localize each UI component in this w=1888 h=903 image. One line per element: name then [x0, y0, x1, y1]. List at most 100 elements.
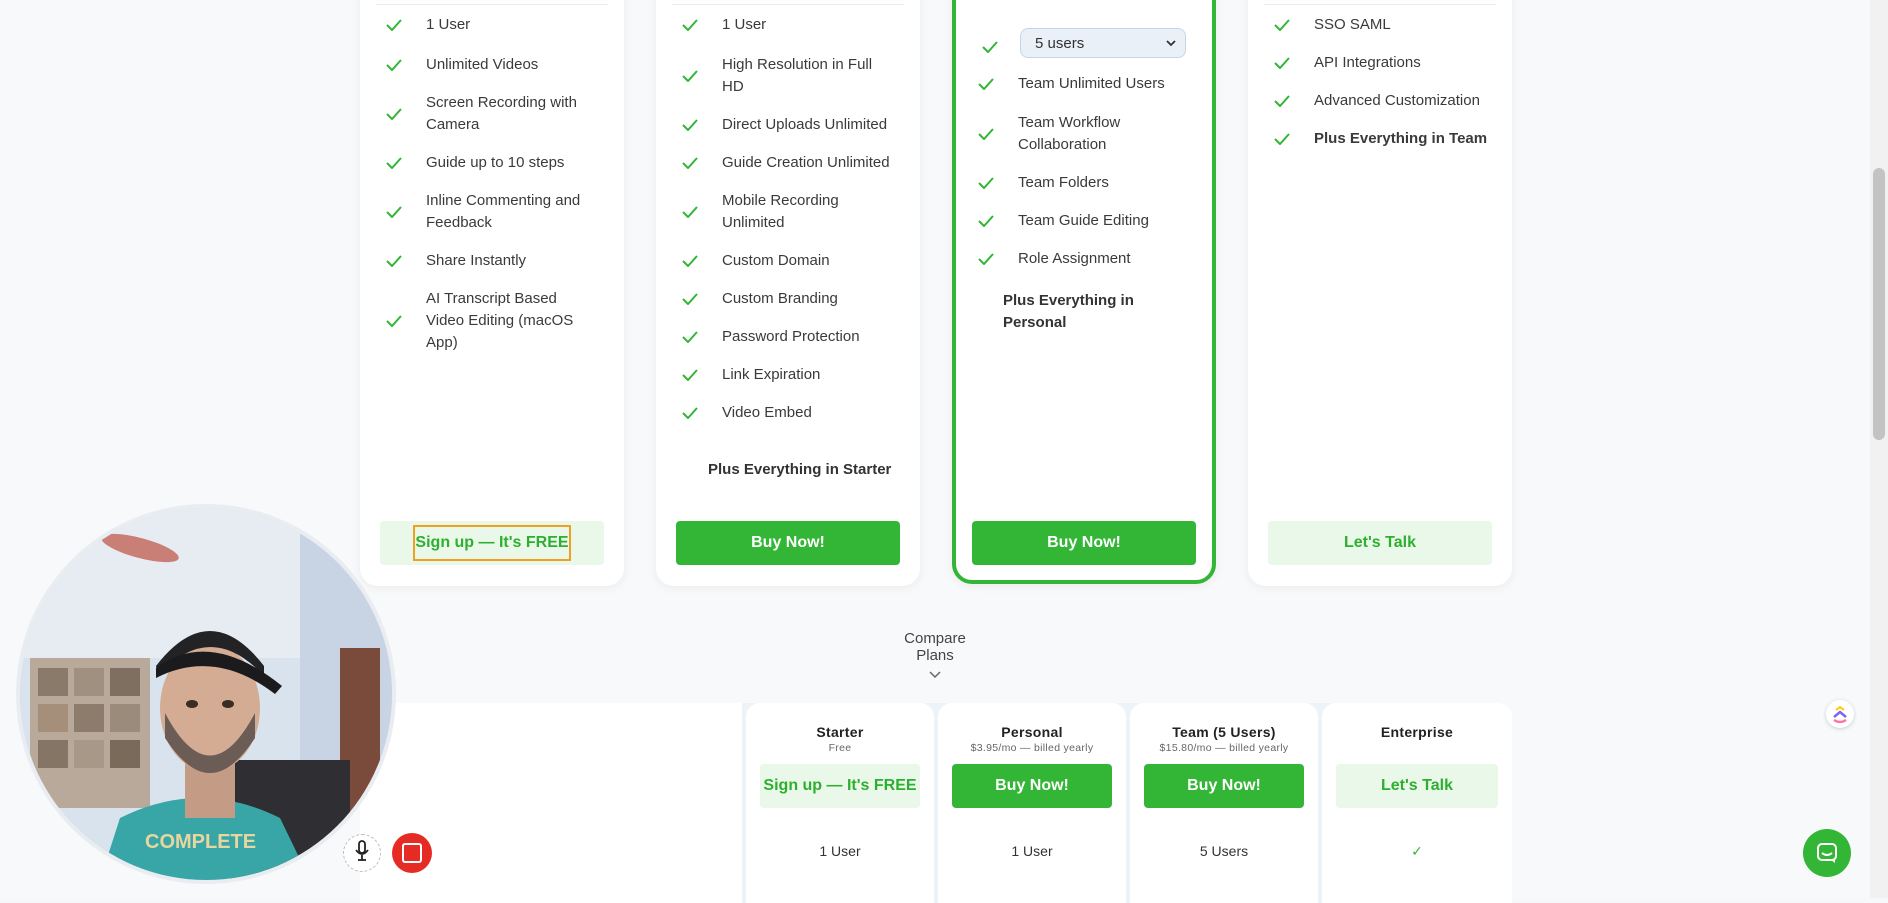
feature-item: 1 User: [386, 14, 606, 36]
feature-item: Screen Recording with Camera: [386, 92, 606, 136]
feature-text: Video Embed: [722, 404, 812, 421]
signup-free-button[interactable]: Sign up — It's FREE: [760, 764, 920, 808]
feature-text: Custom Domain: [722, 252, 830, 269]
check-icon: [982, 40, 998, 58]
microphone-button[interactable]: [343, 834, 381, 872]
feature-text: Team Guide Editing: [1018, 212, 1149, 229]
lets-talk-button[interactable]: Let's Talk: [1268, 521, 1492, 565]
check-icon: [978, 78, 998, 90]
feature-item: AI Transcript Based Video Editing (macOS…: [386, 288, 606, 354]
check-icon: [386, 157, 406, 169]
buy-now-button[interactable]: Buy Now!: [1144, 764, 1304, 808]
buy-now-button[interactable]: Buy Now!: [972, 521, 1196, 565]
feature-text: Share Instantly: [426, 252, 527, 269]
stop-icon: [402, 843, 422, 863]
button-label: Sign up — It's FREE: [413, 525, 571, 561]
table-cell: ✓: [1322, 843, 1512, 860]
compare-column-team: Team (5 Users) $15.80/mo — billed yearly…: [1130, 703, 1318, 903]
svg-text:COMPLETE: COMPLETE: [145, 831, 256, 853]
feature-text: Link Expiration: [722, 366, 821, 383]
feature-item: 1 User: [682, 14, 902, 36]
clickup-logo-icon: [1833, 705, 1847, 723]
webcam-preview[interactable]: COMPLETE: [20, 508, 392, 880]
chat-button[interactable]: [1803, 829, 1851, 877]
feature-text: SSO SAML: [1314, 16, 1391, 33]
feature-item: Mobile Recording Unlimited: [682, 190, 902, 234]
feature-item: API Integrations: [1274, 52, 1494, 74]
feature-text: Role Assignment: [1018, 250, 1131, 267]
feature-text: 1 User: [426, 16, 471, 33]
compare-plans-toggle[interactable]: Compare Plans: [885, 630, 985, 683]
feature-item: Link Expiration: [682, 364, 902, 386]
check-icon: [682, 369, 702, 381]
check-icon: [386, 315, 406, 327]
check-icon: [1274, 57, 1294, 69]
check-mark: ✓: [1411, 843, 1423, 859]
feature-item: SSO SAML: [1274, 14, 1494, 36]
check-icon: [1274, 19, 1294, 31]
buy-now-button[interactable]: Buy Now!: [676, 521, 900, 565]
feature-text: Mobile Recording Unlimited: [722, 192, 839, 231]
feature-item: Inline Commenting and Feedback: [386, 190, 606, 234]
feature-list: 1 User High Resolution in Full HD Direct…: [682, 14, 902, 440]
users-select-value: 5 users: [1035, 34, 1085, 52]
buy-now-button[interactable]: Buy Now!: [952, 764, 1112, 808]
column-title: Starter: [816, 724, 864, 740]
check-icon: [386, 59, 406, 71]
feature-text: Guide up to 10 steps: [426, 154, 565, 171]
clickup-extension-icon[interactable]: [1826, 700, 1854, 728]
stop-recording-button[interactable]: [392, 833, 432, 873]
feature-item: Advanced Customization: [1274, 90, 1494, 112]
feature-text: Direct Uploads Unlimited: [722, 116, 888, 133]
check-icon: [682, 206, 702, 218]
scrollbar[interactable]: [1870, 0, 1888, 898]
feature-text: API Integrations: [1314, 54, 1421, 71]
check-icon: [682, 255, 702, 267]
check-icon: [386, 255, 406, 267]
feature-text: Unlimited Videos: [426, 56, 539, 73]
table-cell: 5 Users: [1199, 843, 1249, 859]
scrollbar-thumb[interactable]: [1873, 168, 1885, 440]
compare-column-personal: Personal $3.95/mo — billed yearly Buy No…: [938, 703, 1126, 903]
chat-icon: [1817, 843, 1837, 863]
feature-text: Team Workflow Collaboration: [1018, 114, 1121, 153]
feature-text: Password Protection: [722, 328, 860, 345]
plus-everything-text: Plus Everything in Starter: [708, 461, 892, 478]
feature-text: 1 User: [722, 16, 767, 33]
plan-card-personal: 1 User High Resolution in Full HD Direct…: [656, 0, 920, 586]
check-icon: [386, 19, 406, 31]
chevron-down-icon: [1165, 36, 1177, 54]
column-subtitle: Free: [828, 742, 852, 754]
feature-item: Plus Everything in Team: [1274, 128, 1494, 150]
check-icon: [1274, 95, 1294, 107]
feature-item: Team Unlimited Users: [978, 73, 1194, 95]
compare-column-starter: Starter Free Sign up — It's FREE 1 User: [746, 703, 934, 903]
button-label: Buy Now!: [1187, 777, 1261, 794]
microphone-icon: [354, 839, 370, 867]
card-divider: [1264, 4, 1496, 5]
feature-item: Password Protection: [682, 326, 902, 348]
feature-text: Advanced Customization: [1314, 92, 1480, 109]
webcam-image: COMPLETE: [20, 508, 392, 880]
signup-free-button[interactable]: Sign up — It's FREE: [380, 521, 604, 565]
check-icon: [682, 70, 702, 82]
compare-table-label-column: [360, 703, 742, 903]
feature-item: Guide up to 10 steps: [386, 152, 606, 174]
card-divider: [376, 4, 608, 5]
check-icon: [386, 108, 406, 120]
button-label: Buy Now!: [1047, 534, 1121, 551]
check-icon: [978, 177, 998, 189]
column-subtitle: $3.95/mo — billed yearly: [970, 742, 1094, 754]
feature-item: Direct Uploads Unlimited: [682, 114, 902, 136]
table-cell: 1 User: [819, 843, 861, 859]
users-select[interactable]: 5 users: [1020, 28, 1186, 58]
button-label: Sign up — It's FREE: [763, 777, 917, 794]
feature-list: 1 User Unlimited Videos Screen Recording…: [386, 14, 606, 371]
feature-text: Custom Branding: [722, 290, 838, 307]
feature-text: High Resolution in Full HD: [722, 56, 873, 95]
button-label: Buy Now!: [751, 534, 825, 551]
lets-talk-button[interactable]: Let's Talk: [1336, 764, 1498, 808]
feature-item: Role Assignment: [978, 248, 1194, 270]
button-label: Buy Now!: [995, 777, 1069, 794]
button-label: Let's Talk: [1344, 534, 1416, 551]
